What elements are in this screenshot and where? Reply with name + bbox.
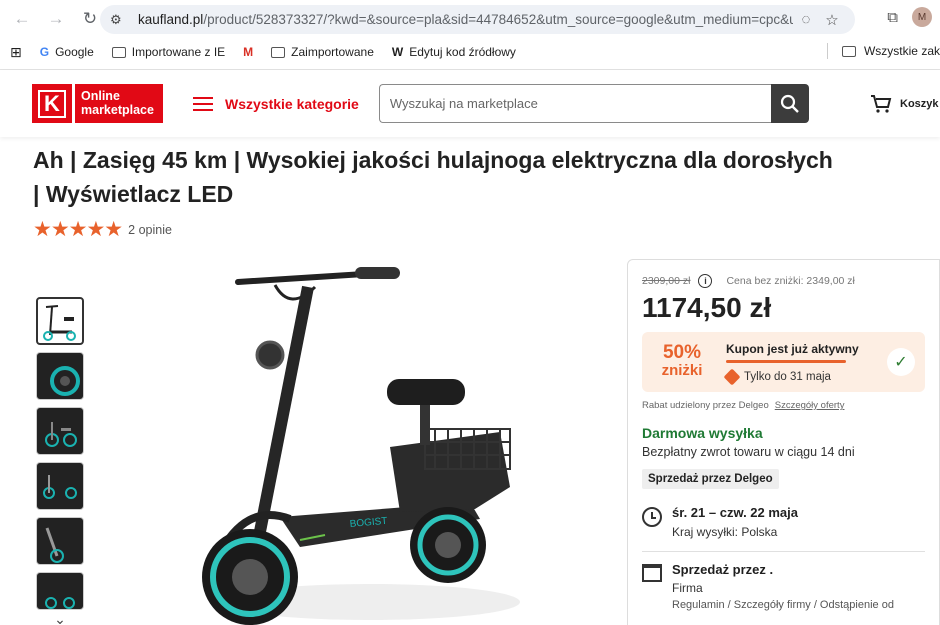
thumbnail[interactable] (36, 517, 84, 565)
reference-price: Cena bez zniżki: 2349,00 zł (726, 275, 855, 287)
address-bar[interactable]: ⚙ kaufland.pl/product/528373327/?kwd=&so… (100, 5, 855, 34)
rebate-row: Rabat udzielony przez Delgeo Szczegóły o… (642, 400, 925, 411)
search-bar (378, 84, 809, 123)
google-icon: G (39, 45, 50, 59)
bookmark-google[interactable]: G Google (40, 45, 94, 59)
coupon-deadline: Tylko do 31 maja (723, 368, 859, 385)
store-icon (642, 564, 662, 582)
bookmark-edytuj[interactable]: W Edytuj kod źródłowy (392, 45, 516, 59)
clock-icon (642, 507, 662, 527)
logo-mark: K (32, 84, 72, 123)
product-page: Ah | Zasięg 45 km | Wysokiej jakości hul… (0, 137, 940, 625)
coupon-box: 50% zniżki Kupon jest już aktywny Tylko … (642, 332, 925, 392)
extensions-icon[interactable]: ⧉ (887, 9, 898, 26)
info-icon[interactable]: i (698, 274, 713, 288)
review-count[interactable]: 2 opinie (128, 223, 172, 237)
search-button[interactable] (770, 84, 809, 123)
bookmark-importowane[interactable]: Importowane z IE (111, 45, 225, 59)
price-box: 2309,00 zł i Cena bez zniżki: 2349,00 zł… (627, 259, 940, 625)
profile-avatar[interactable]: M (912, 7, 932, 27)
scooter-image: BOGIST (202, 267, 520, 625)
rating-stars: ★★★★★ (33, 218, 123, 241)
seller-badge: Sprzedaż przez Delgeo (642, 469, 779, 489)
product-title: Ah | Zasięg 45 km | Wysokiej jakości hul… (33, 147, 833, 207)
logo-text: Online marketplace (75, 84, 163, 123)
thumbnail[interactable] (36, 407, 84, 455)
all-bookmarks[interactable]: Wszystkie zak (826, 43, 940, 59)
coupon-title: Kupon jest już aktywny (726, 341, 859, 356)
cart-label: Koszyk (900, 97, 939, 110)
coupon-bar (726, 359, 846, 363)
categories-menu[interactable]: Wszystkie kategorie (193, 96, 359, 112)
seller-links[interactable]: Regulamin / Szczegóły firmy / Odstąpieni… (672, 599, 894, 611)
tag-icon (723, 368, 741, 385)
bookmark-zaimportowane[interactable]: Zaimportowane (271, 45, 374, 59)
coupon-info: Kupon jest już aktywny Tylko do 31 maja (723, 341, 859, 385)
thumbnail[interactable] (36, 572, 84, 610)
chevron-down-icon[interactable]: ⌄ (36, 611, 84, 625)
bookmarks-bar: ⊞ G Google Importowane z IE M Zaimportowa… (0, 38, 940, 66)
delivery-dates: śr. 21 – czw. 22 maja (672, 505, 798, 520)
hamburger-icon (193, 96, 213, 111)
discount-badge: 50% zniżki (661, 342, 703, 379)
separator (826, 43, 828, 59)
folder-icon (841, 45, 856, 57)
thumbnail[interactable] (36, 297, 84, 345)
delivery-info: śr. 21 – czw. 22 maja Kraj wysyłki: Pols… (642, 505, 925, 539)
delivery-country: Kraj wysyłki: Polska (672, 525, 778, 539)
product-image[interactable]: BOGIST (190, 257, 530, 625)
cart-icon (871, 94, 892, 113)
seller-title: Sprzedaż przez . (672, 562, 774, 577)
rebate-text: Rabat udzielony przez Delgeo (642, 400, 769, 411)
free-return: Bezpłatny zwrot towaru w ciągu 14 dni (642, 445, 855, 459)
kaufland-logo[interactable]: K Online marketplace (32, 84, 163, 123)
eye-off-icon[interactable]: ◌ (793, 11, 819, 28)
offer-details-link[interactable]: Szczegóły oferty (775, 400, 845, 411)
rating[interactable]: ★★★★★ 2 opinie (33, 217, 172, 242)
url-text[interactable]: kaufland.pl/product/528373327/?kwd=&sour… (138, 12, 793, 27)
apps-icon[interactable]: ⊞ (10, 44, 22, 61)
thumbnail-gallery: ⌄ (36, 297, 84, 625)
categories-label: Wszystkie kategorie (225, 95, 359, 112)
folder-icon (271, 46, 286, 58)
wikipedia-icon: W (391, 45, 404, 59)
seller-info: Sprzedaż przez . Firma Regulamin / Szcze… (642, 562, 925, 611)
thumbnail[interactable] (36, 462, 84, 510)
check-icon: ✓ (887, 348, 915, 376)
forward-icon[interactable]: → (42, 5, 70, 33)
search-input[interactable] (378, 84, 771, 123)
folder-icon (111, 46, 126, 58)
cart-button[interactable]: Koszyk (870, 94, 939, 114)
current-price: 1174,50 zł (642, 292, 772, 323)
free-shipping: Darmowa wysyłka (642, 425, 763, 441)
browser-chrome: ← → ↻ ⚙ kaufland.pl/product/528373327/?k… (0, 0, 940, 70)
search-icon (780, 94, 799, 113)
old-price: 2309,00 zł (642, 275, 691, 287)
gmail-icon: M (243, 45, 254, 59)
divider (642, 551, 925, 552)
star-bookmark-icon[interactable]: ☆ (819, 11, 845, 29)
toolbar-right: ⧉ M (887, 7, 932, 27)
thumbnail[interactable] (36, 352, 84, 400)
back-icon[interactable]: ← (8, 5, 36, 33)
old-price-row: 2309,00 zł i Cena bez zniżki: 2349,00 zł (642, 274, 925, 288)
bookmark-gmail[interactable]: M (243, 45, 253, 59)
site-header: K Online marketplace Wszystkie kategorie… (0, 70, 940, 137)
site-info-icon[interactable]: ⚙ (110, 12, 130, 28)
seller-type: Firma (672, 581, 703, 595)
